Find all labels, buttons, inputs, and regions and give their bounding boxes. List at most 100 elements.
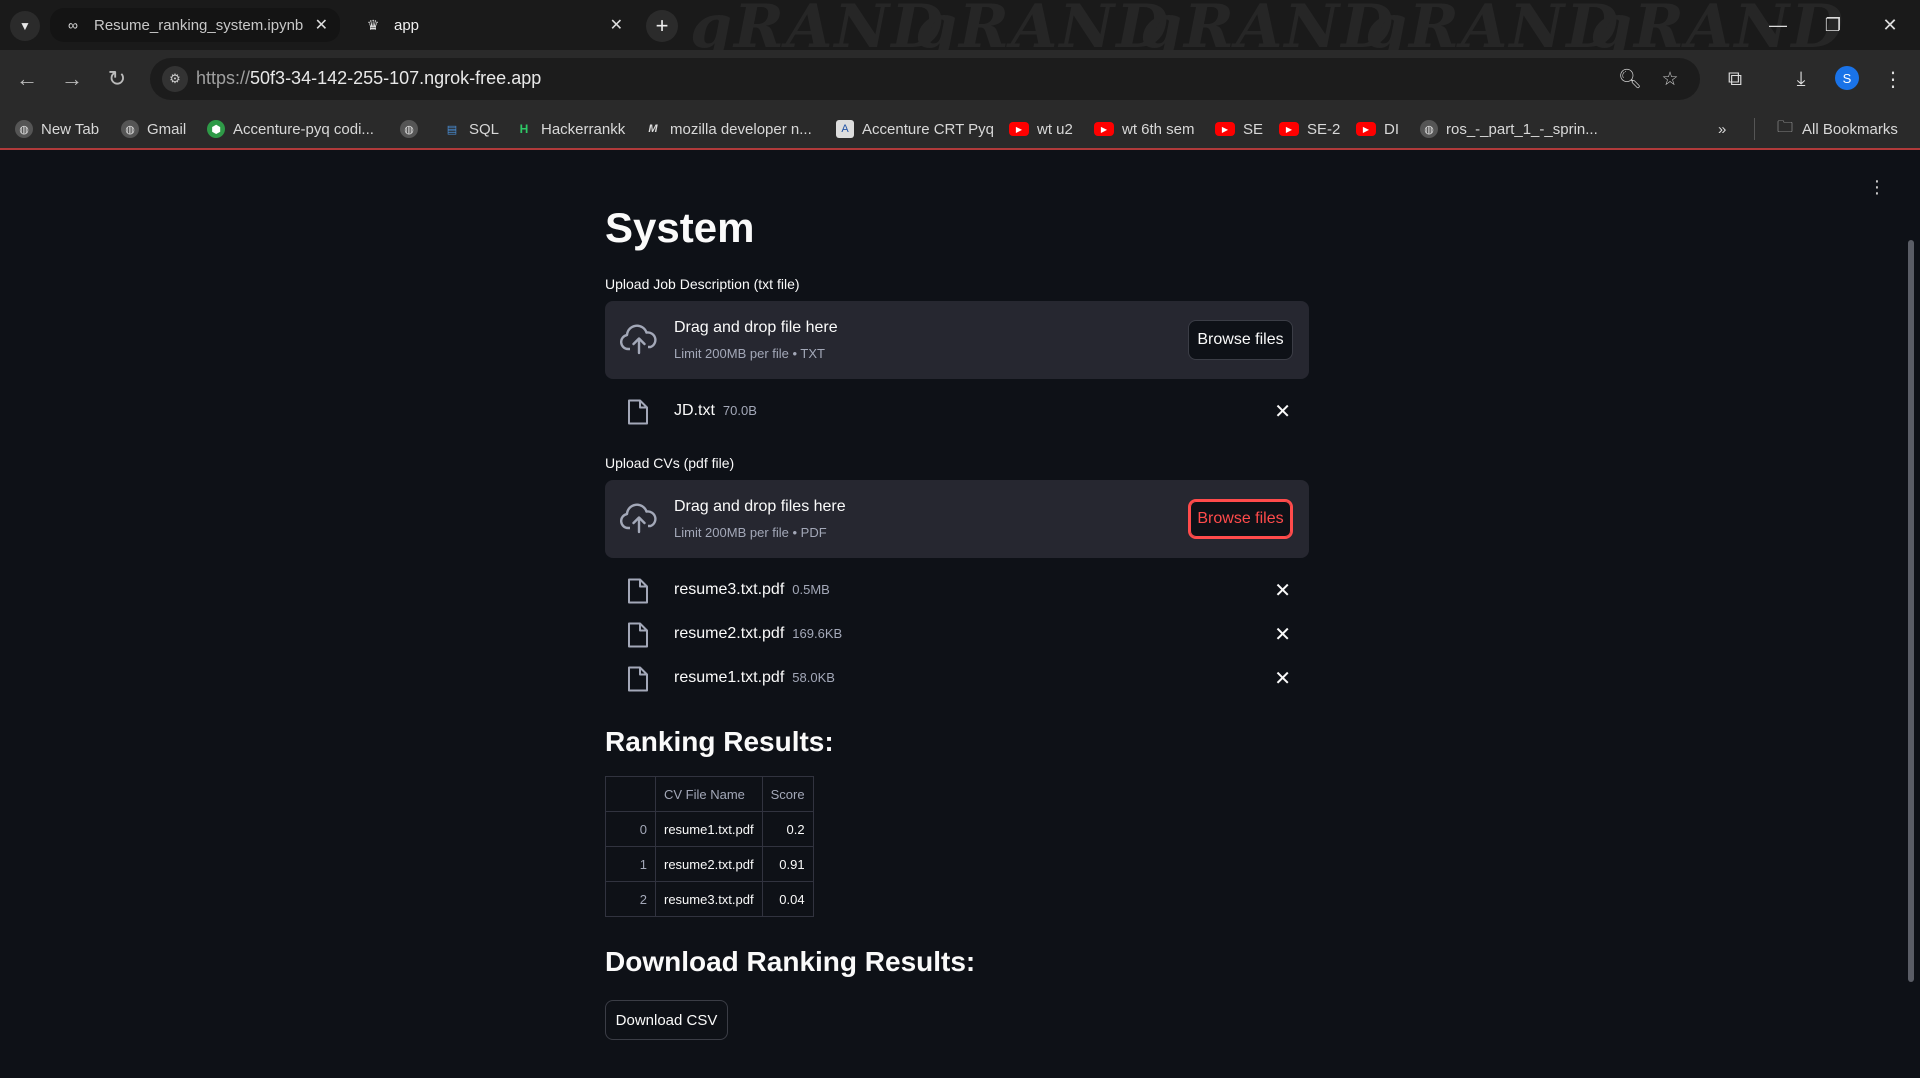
close-icon[interactable]: ✕ [315,15,328,35]
url-text[interactable]: https://50f3-34-142-255-107.ngrok-free.a… [196,68,541,89]
globe-icon: ◍ [121,120,139,138]
ranking-heading: Ranking Results: [605,726,834,757]
column-header-file[interactable]: CV File Name [655,776,763,812]
download-icon[interactable]: ⤓ [1784,62,1818,96]
wallpaper-watermark: gRAND [1365,0,1621,50]
restore-button[interactable]: ❐ [1813,10,1853,40]
tab-search-button[interactable]: ▼ [10,11,40,41]
chevron-double-right-icon: » [1718,120,1727,138]
bookmark-item[interactable]: ⬢ Accenture-pyq codi... [207,117,374,141]
table-header-row: CV File Name Score [605,776,814,812]
star-icon[interactable]: ☆ [1657,66,1683,92]
remove-file-button[interactable]: ✕ [1274,666,1291,691]
tab-app[interactable]: ♛ app ✕ [350,8,635,42]
browser-menu-icon[interactable]: ⋮ [1876,62,1910,96]
close-icon: ✕ [1882,14,1898,35]
youtube-icon: ▶ [1279,122,1299,136]
bookmark-item[interactable]: ▤ SQL [443,117,499,141]
bookmark-label: mozilla developer n... [670,120,812,138]
bookmark-item[interactable]: ▶ DI [1356,117,1399,141]
all-bookmarks-button[interactable]: 🗀 All Bookmarks [1776,117,1898,141]
forward-button[interactable]: → [55,62,89,96]
globe-icon: ◍ [15,120,33,138]
main-menu-button[interactable]: · · · [1872,171,1882,203]
bookmark-item[interactable]: ◍ Gmail [121,117,186,141]
streamlit-icon: ♛ [366,16,380,33]
zoom-icon[interactable]: 🔍︎ [1617,66,1643,92]
drop-instructions: Drag and drop file here [674,319,838,336]
bookmark-label: Hackerrankk [541,120,626,138]
close-window-button[interactable]: ✕ [1870,10,1910,40]
more-bookmarks-button[interactable]: » [1718,117,1726,141]
drop-instructions: Drag and drop files here [674,498,846,515]
tab-colab[interactable]: ∞ Resume_ranking_system.ipynb ✕ [50,8,340,42]
bookmark-item[interactable]: ▶ wt u2 [1009,117,1073,141]
bookmark-item[interactable]: Mmozilla developer n... [644,117,812,141]
remove-file-button[interactable]: ✕ [1274,578,1291,603]
file-name: JD.txt [674,402,715,419]
bookmark-item[interactable]: ◍ New Tab [15,117,99,141]
plus-icon: + [655,13,669,38]
cell-file[interactable]: resume1.txt.pdf [655,811,763,847]
upload-limit-text: Limit 200MB per file • TXT [674,346,825,361]
restore-icon: ❐ [1824,14,1842,35]
close-icon[interactable]: ✕ [610,15,623,35]
table-row: 0 resume1.txt.pdf 0.2 [605,811,814,847]
cell-score[interactable]: 0.91 [761,846,814,882]
profile-avatar[interactable]: S [1835,66,1859,90]
back-button[interactable]: ← [10,62,44,96]
bookmark-label: All Bookmarks [1802,120,1898,138]
wallpaper-watermark: gRAND [1140,0,1396,50]
bookmark-item[interactable]: H Hackerrankk [515,117,625,141]
bookmark-item[interactable]: ◍ ros_-_part_1_-_sprin... [1420,117,1598,141]
browse-files-button[interactable]: Browse files [1188,320,1293,360]
column-header-score[interactable]: Score [761,776,814,812]
bookmark-label: Accenture CRT Pyq [862,120,995,138]
tab-label: app [394,16,420,34]
bookmark-label: wt u2 [1037,120,1073,138]
download-heading: Download Ranking Results: [605,946,976,977]
file-icon [628,666,648,692]
row-index: 1 [605,846,656,882]
bookmark-label: SQL [469,120,500,138]
minimize-button[interactable]: — [1758,10,1798,40]
uploaded-file-item: resume3.txt.pdf 0.5MB ✕ [605,570,1309,610]
cell-score[interactable]: 0.2 [761,811,814,847]
site-info-icon[interactable]: ⚙ [162,66,188,92]
jd-dropzone[interactable]: Drag and drop file here Limit 200MB per … [605,301,1309,379]
bookmark-label: SE-2 [1307,120,1341,138]
youtube-icon: ▶ [1009,122,1029,136]
uploaded-file-item: resume2.txt.pdf 169.6KB ✕ [605,614,1309,654]
new-tab-button[interactable]: + [646,10,678,42]
cell-file[interactable]: resume2.txt.pdf [655,846,763,882]
bookmark-divider [1754,118,1755,140]
bookmark-item[interactable]: ▶ SE-2 [1279,117,1340,141]
scrollbar[interactable] [1908,240,1914,982]
file-icon [628,399,648,425]
reload-icon: ↻ [107,66,127,91]
youtube-icon: ▶ [1094,122,1114,136]
remove-file-button[interactable]: ✕ [1274,622,1291,647]
cell-score[interactable]: 0.04 [761,881,814,917]
remove-file-button[interactable]: ✕ [1274,399,1291,424]
sql-icon: ▤ [443,120,461,138]
bookmark-item[interactable]: ▶ SE [1215,117,1263,141]
cv-dropzone[interactable]: Drag and drop files here Limit 200MB per… [605,480,1309,558]
bookmark-item[interactable]: ◍ [400,117,426,141]
bookmark-label: New Tab [41,120,100,138]
browse-files-button[interactable]: Browse files [1188,499,1293,539]
cell-file[interactable]: resume3.txt.pdf [655,881,763,917]
bookmark-item[interactable]: ▶ wt 6th sem [1094,117,1195,141]
wallpaper-watermark: gRAND [915,0,1171,50]
ranking-table[interactable]: CV File Name Score 0 resume1.txt.pdf 0.2… [605,776,814,917]
extensions-icon[interactable]: ⧉ [1718,62,1752,96]
cloud-upload-icon [620,324,657,355]
bookmark-item[interactable]: A Accenture CRT Pyq [836,117,994,141]
globe-icon: ◍ [400,120,418,138]
file-name: resume1.txt.pdf [674,669,785,686]
address-bar[interactable]: ⚙ https://50f3-34-142-255-107.ngrok-free… [150,58,1700,100]
page-title: System [605,204,755,251]
youtube-icon: ▶ [1356,122,1376,136]
reload-button[interactable]: ↻ [100,62,134,96]
download-csv-button[interactable]: Download CSV [605,1000,728,1040]
